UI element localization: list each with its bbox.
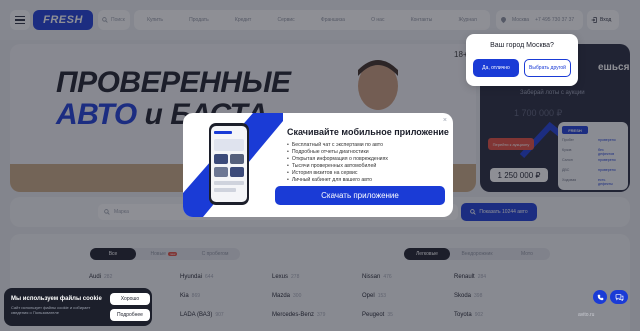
feature-item: Подробные отчеты диагностики [287, 149, 388, 156]
feature-item: Личный кабинет для вашего авто [287, 177, 388, 184]
feature-item: Тысячи проверенных автомобилей [287, 163, 388, 170]
city-question: Ваш город Москва? [490, 42, 554, 49]
chat-button[interactable] [610, 290, 628, 304]
modal-close-button[interactable]: × [443, 117, 447, 124]
feature-item: Бесплатный чат с экспертами по авто [287, 142, 388, 149]
cookie-accept-button[interactable]: Хорошо [110, 293, 150, 305]
city-confirm-popup: Ваш город Москва? Да, отлично Выбрать др… [466, 34, 578, 86]
city-change-button[interactable]: Выбрать другой [524, 59, 571, 77]
cookie-title: Мы используем файлы cookie [11, 296, 102, 302]
cookie-details-button[interactable]: Подробнее [110, 309, 150, 321]
feature-item: Открытая информация о повреждениях [287, 156, 388, 163]
feature-item: История визитов на сервис [287, 170, 388, 177]
cookie-banner: Мы используем файлы cookie Сайт использу… [4, 288, 152, 326]
cookie-text: Сайт использует файлы cookie и собирает … [11, 305, 91, 315]
download-app-button[interactable]: Скачать приложение [275, 186, 445, 205]
chat-icon [615, 293, 623, 301]
watermark: avito.ru [578, 312, 595, 318]
modal-title: Скачивайте мобильное приложение [287, 127, 449, 137]
call-button[interactable] [593, 290, 607, 304]
phone-icon [597, 294, 603, 300]
city-confirm-button[interactable]: Да, отлично [473, 59, 519, 77]
feature-list: Бесплатный чат с экспертами по авто Подр… [287, 142, 388, 184]
app-download-modal: × Скачивайте мобильное приложение Беспла… [183, 113, 453, 217]
phone-mockup-image [183, 113, 283, 217]
